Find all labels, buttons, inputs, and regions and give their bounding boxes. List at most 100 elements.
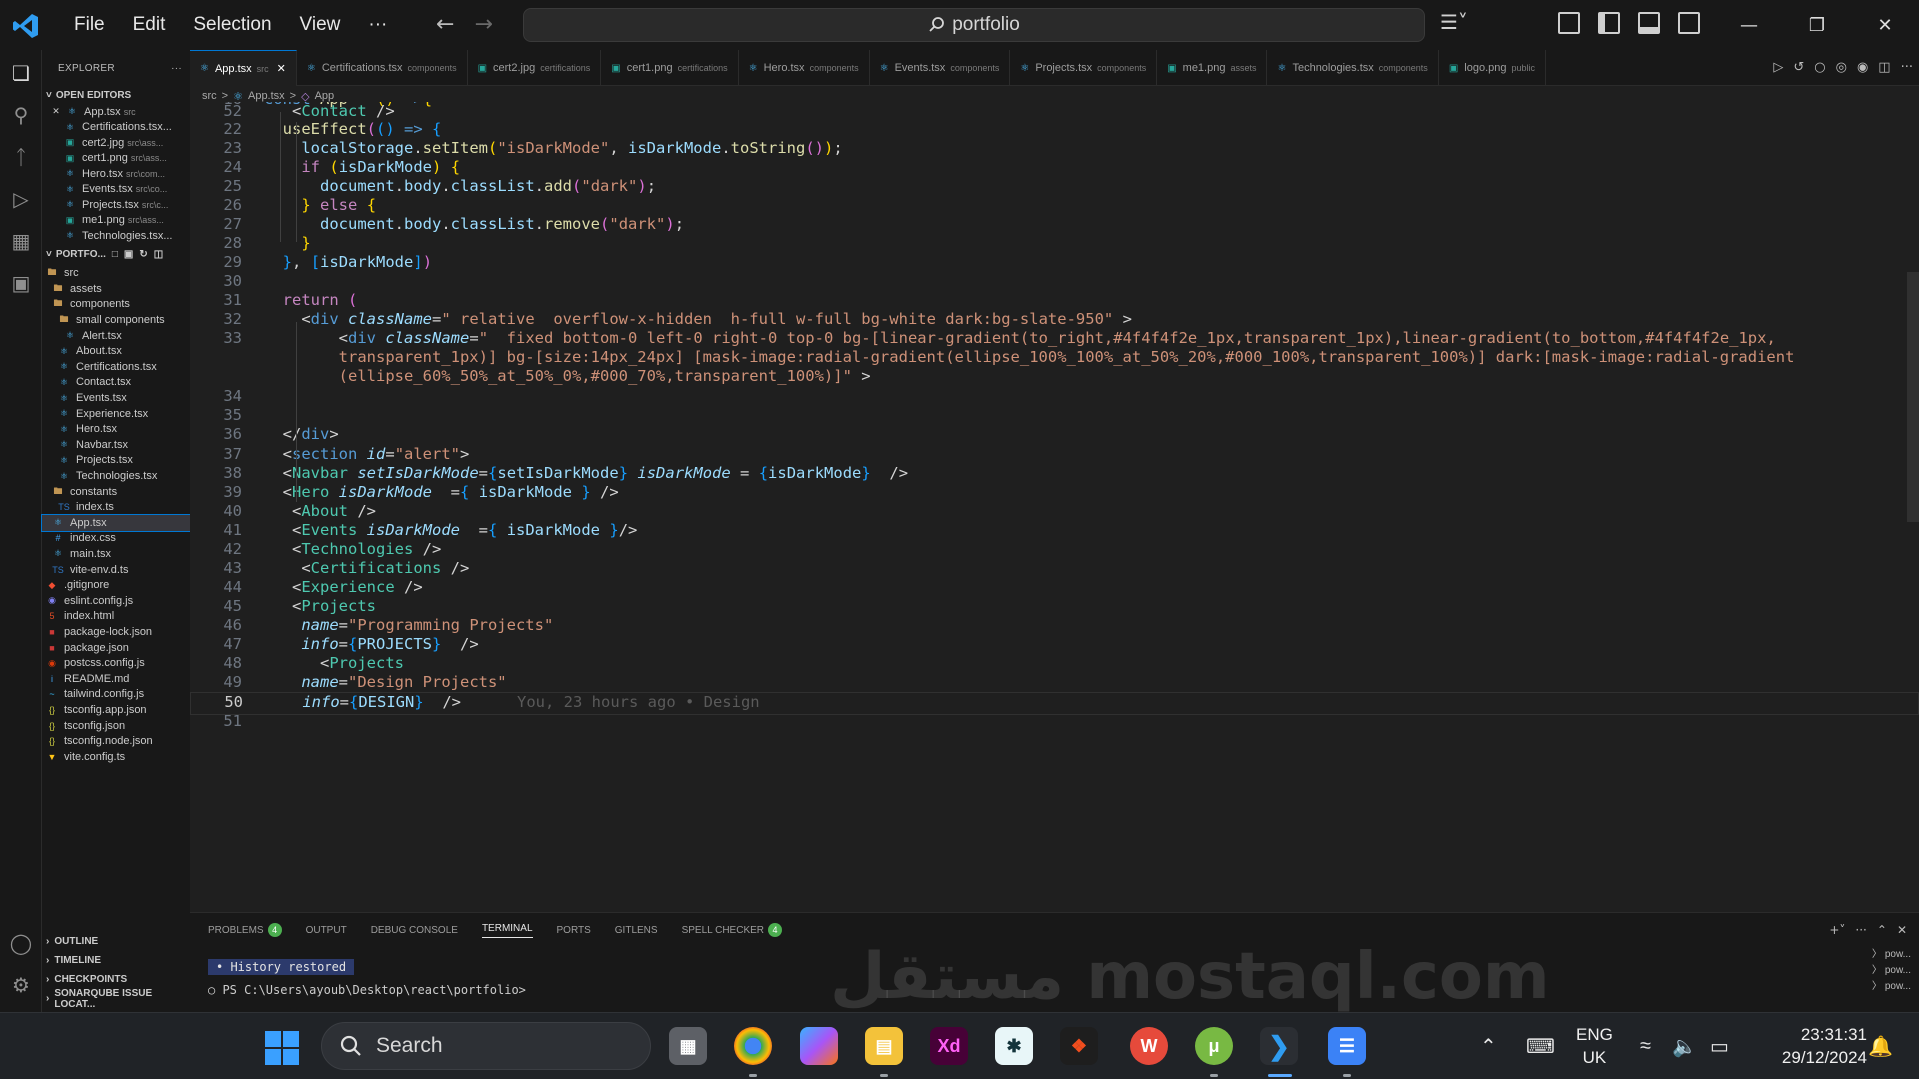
tree-item-tsconfig-app-json[interactable]: {} tsconfig.app.json <box>42 702 190 718</box>
terminal-prompt[interactable]: ○ PS C:\Users\ayoub\Desktop\react\portfo… <box>208 983 526 997</box>
language-indicator[interactable]: ENG UK <box>1576 1023 1613 1069</box>
new-folder-icon[interactable]: ▣ <box>124 249 133 260</box>
more-actions-icon[interactable]: ··· <box>1901 60 1913 75</box>
close-icon[interactable]: ✕ <box>1851 0 1919 50</box>
tree-item-navbar-tsx[interactable]: ⚛ Navbar.tsx <box>42 437 190 453</box>
tree-item-hero-tsx[interactable]: ⚛ Hero.tsx <box>42 421 190 437</box>
run-icon[interactable]: ▷ <box>1773 60 1783 75</box>
tree-item-readme-md[interactable]: i README.md <box>42 671 190 687</box>
back-arrow-icon[interactable]: ← <box>436 12 454 37</box>
new-terminal-icon[interactable]: +˅ <box>1829 923 1845 937</box>
project-section[interactable]: ˅ PORTFO... □ ▣ ↻ ◫ <box>42 246 190 264</box>
tab-cert2-jpg[interactable]: ▣ cert2.jpg certifications <box>468 50 602 86</box>
tray-chevron-up-icon[interactable]: ⌃ <box>1480 1013 1497 1079</box>
tab-hero-tsx[interactable]: ⚛ Hero.tsx components <box>739 50 870 86</box>
tree-item-small-components[interactable]: 🖿 small components <box>42 312 190 328</box>
toggle-panel-icon[interactable] <box>1638 12 1660 34</box>
taskbar-search[interactable]: Search <box>321 1022 651 1070</box>
tree-item-index-ts[interactable]: TS index.ts <box>42 499 190 515</box>
tree-item-certifications-tsx[interactable]: ⚛ Certifications.tsx <box>42 359 190 375</box>
menu-selection[interactable]: Selection <box>179 14 285 36</box>
tab-cert1-png[interactable]: ▣ cert1.png certifications <box>601 50 739 86</box>
source-control-icon[interactable]: ᛏ <box>8 144 34 170</box>
code-line[interactable]: 52 <Contact /> <box>190 102 1919 125</box>
tree-item-tsconfig-node-json[interactable]: {} tsconfig.node.json <box>42 733 190 749</box>
breadcrumb-src[interactable]: src <box>202 90 217 102</box>
tab-events-tsx[interactable]: ⚛ Events.tsx components <box>870 50 1011 86</box>
panel-tab-ports[interactable]: PORTS <box>557 925 591 936</box>
code-line[interactable]: 51 <box>190 712 1919 735</box>
tree-item--gitignore[interactable]: ◆ .gitignore <box>42 577 190 593</box>
split-editor-icon[interactable]: ◫ <box>1878 60 1890 75</box>
more-actions-icon[interactable]: ··· <box>1855 923 1866 937</box>
tree-item-assets[interactable]: 🖿 assets <box>42 281 190 297</box>
open-editor-item[interactable]: ✕ ⚛ App.tsx src <box>42 104 190 120</box>
tab-technologies-tsx[interactable]: ⚛ Technologies.tsx components <box>1267 50 1439 86</box>
open-editors-section[interactable]: ˅ OPEN EDITORS <box>42 86 190 104</box>
battery-icon[interactable]: ▭ <box>1710 1013 1729 1079</box>
tab-app-tsx[interactable]: ⚛ App.tsx src ✕ <box>190 50 297 86</box>
clock[interactable]: 23:31:31 29/12/2024 <box>1782 1023 1867 1069</box>
toggle-secondary-sidebar-icon[interactable] <box>1678 12 1700 34</box>
refresh-icon[interactable]: ↻ <box>139 249 147 260</box>
tree-item-tsconfig-json[interactable]: {} tsconfig.json <box>42 718 190 734</box>
customize-layout-icon[interactable] <box>1558 12 1580 34</box>
tree-item-vite-config-ts[interactable]: ▼ vite.config.ts <box>42 749 190 765</box>
notepad-icon[interactable]: ☰ <box>1328 1027 1366 1065</box>
search-view-icon[interactable]: ⚲ <box>8 102 34 128</box>
open-editor-item[interactable]: ⚛ Hero.tsx src\com... <box>42 166 190 182</box>
open-editor-item[interactable]: ⚛ Projects.tsx src\c... <box>42 197 190 213</box>
open-editor-item[interactable]: ▣ cert1.png src\ass... <box>42 151 190 167</box>
terminal-list-item[interactable]: 〉 pow... <box>1872 979 1911 995</box>
terminal-list-item[interactable]: 〉 pow... <box>1872 963 1911 979</box>
tree-item-experience-tsx[interactable]: ⚛ Experience.tsx <box>42 406 190 422</box>
tree-item-events-tsx[interactable]: ⚛ Events.tsx <box>42 390 190 406</box>
copilot-icon[interactable]: ☰˅ <box>1440 10 1468 34</box>
windows-start-icon[interactable] <box>265 1031 299 1065</box>
section-checkpoints[interactable]: › CHECKPOINTS <box>42 970 190 989</box>
compare-icon[interactable]: ◎ <box>1836 60 1847 75</box>
command-center-search[interactable]: portfolio <box>523 8 1425 42</box>
close-icon[interactable]: ✕ <box>52 106 60 118</box>
remote-explorer-icon[interactable]: ▣ <box>8 270 34 296</box>
tree-item-postcss-config-js[interactable]: ◉ postcss.config.js <box>42 655 190 671</box>
tree-item-technologies-tsx[interactable]: ⚛ Technologies.tsx <box>42 468 190 484</box>
copilot-app-icon[interactable] <box>800 1027 838 1065</box>
tree-item-alert-tsx[interactable]: ⚛ Alert.tsx <box>42 328 190 344</box>
section-timeline[interactable]: › TIMELINE <box>42 951 190 970</box>
panel-tab-output[interactable]: OUTPUT <box>306 925 347 936</box>
tab-logo-png[interactable]: ▣ logo.png public <box>1439 50 1546 86</box>
tree-item-tailwind-config-js[interactable]: ~ tailwind.config.js <box>42 687 190 703</box>
account-icon[interactable]: ◯ <box>8 930 34 956</box>
tree-item-constants[interactable]: 🖿 constants <box>42 484 190 500</box>
tree-item-components[interactable]: 🖿 components <box>42 297 190 313</box>
perplexity-icon[interactable]: ✱ <box>995 1027 1033 1065</box>
panel-tab-gitlens[interactable]: GITLENS <box>615 925 658 936</box>
section-outline[interactable]: › OUTLINE <box>42 932 190 951</box>
figma-icon[interactable]: ❖ <box>1060 1027 1098 1065</box>
vscode-taskbar-icon[interactable]: ❯ <box>1260 1027 1298 1065</box>
wifi-icon[interactable]: ≈ <box>1640 1013 1651 1079</box>
open-editor-item[interactable]: ⚛ Technologies.tsx... <box>42 228 190 244</box>
open-editor-item[interactable]: ⚛ Events.tsx src\co... <box>42 182 190 198</box>
toggle-primary-sidebar-icon[interactable] <box>1598 12 1620 34</box>
chrome-icon[interactable] <box>734 1027 772 1065</box>
maximize-panel-icon[interactable]: ⌃ <box>1877 923 1887 937</box>
manage-gear-icon[interactable]: ⚙ <box>8 972 34 998</box>
collapse-all-icon[interactable]: ◫ <box>154 249 163 260</box>
menu-more[interactable]: ··· <box>354 14 401 36</box>
gitlens-icon[interactable]: ○ <box>1814 60 1825 75</box>
tree-item-projects-tsx[interactable]: ⚛ Projects.tsx <box>42 453 190 469</box>
panel-tab-debug-console[interactable]: DEBUG CONSOLE <box>371 925 458 936</box>
tree-item-vite-env-d-ts[interactable]: TS vite-env.d.ts <box>42 562 190 578</box>
tree-item-main-tsx[interactable]: ⚛ main.tsx <box>42 546 190 562</box>
menu-view[interactable]: View <box>286 14 355 36</box>
open-editor-item[interactable]: ▣ me1.png src\ass... <box>42 213 190 229</box>
tree-item-package-json[interactable]: ■ package.json <box>42 640 190 656</box>
panel-tab-spell-checker[interactable]: SPELL CHECKER 4 <box>682 923 783 937</box>
section-sonarqube[interactable]: › SONARQUBE ISSUE LOCAT... <box>42 988 190 1010</box>
panel-tab-problems[interactable]: PROBLEMS 4 <box>208 923 282 937</box>
close-icon[interactable]: ✕ <box>277 62 286 75</box>
keyboard-icon[interactable]: ⌨ <box>1526 1013 1555 1079</box>
forward-arrow-icon[interactable]: → <box>474 12 492 37</box>
